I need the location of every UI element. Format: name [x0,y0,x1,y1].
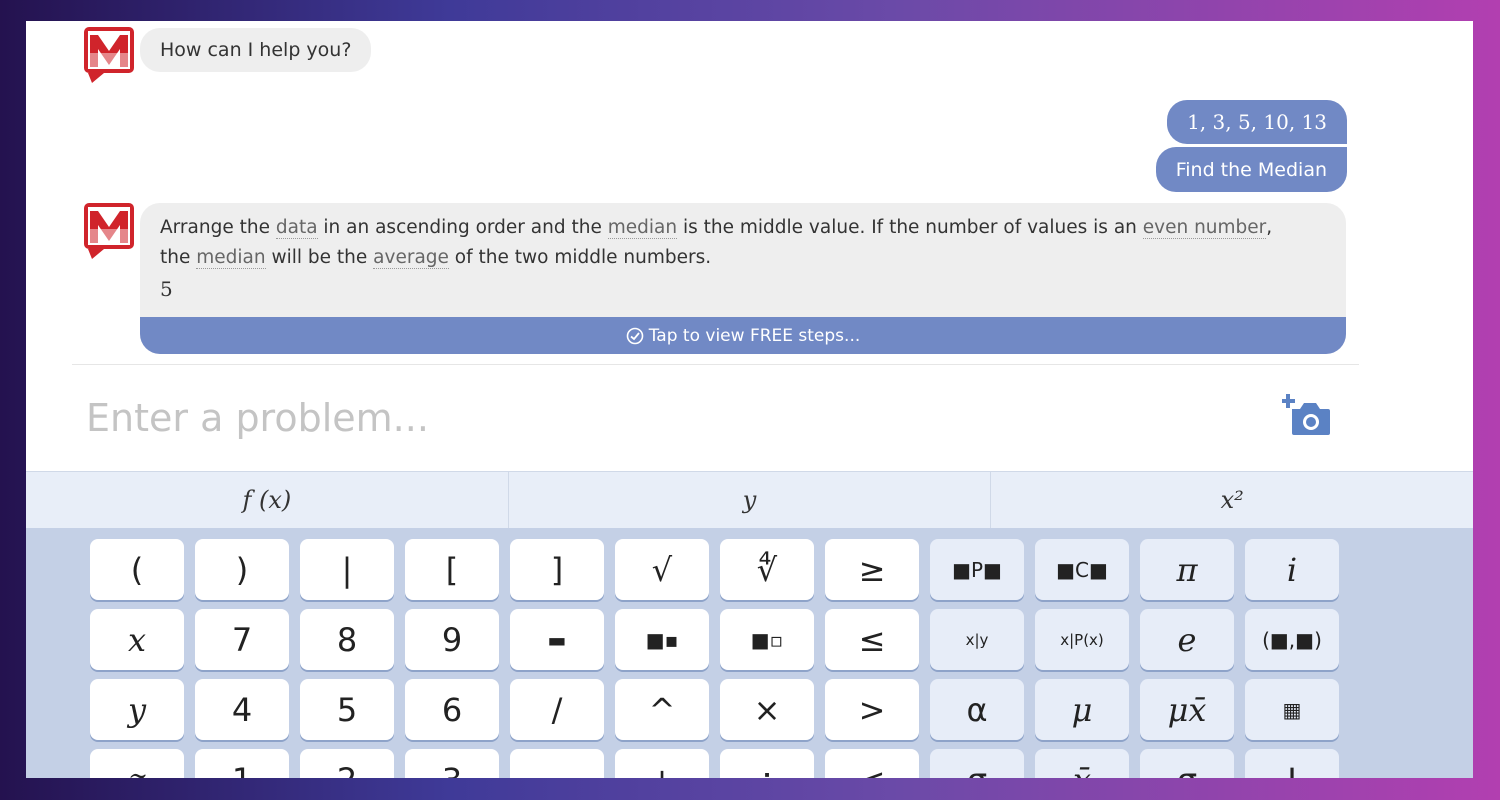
answer-text-part: , [1266,217,1273,238]
user-values-bubble: 1, 3, 5, 10, 13 [1167,100,1347,144]
tab-powers[interactable]: x² [991,472,1473,528]
user-request-text: Find the Median [1175,158,1327,181]
view-steps-label: Tap to view FREE steps... [648,325,861,346]
key-3-4[interactable]: − [510,749,604,778]
glossary-term-data[interactable]: data [275,217,318,239]
greeting-bubble: How can I help you? [140,28,372,72]
greeting-text: How can I help you? [160,39,352,61]
key-0-9[interactable]: ■C■ [1035,539,1129,600]
key-2-8[interactable]: α [930,679,1024,740]
check-circle-icon [626,327,644,344]
key-1-0[interactable]: x [90,609,184,670]
key-1-5[interactable]: ■▪ [615,609,709,670]
key-2-7[interactable]: > [825,679,919,740]
key-0-0[interactable]: ( [90,539,184,600]
answer-text: Arrange the data in an ascending order a… [160,213,1335,273]
key-1-7[interactable]: ≤ [825,609,919,670]
key-3-11[interactable]: ! [1245,749,1339,778]
key-3-3[interactable]: 3 [405,749,499,778]
problem-input[interactable] [84,387,1238,449]
tab-functions[interactable]: f (x) [26,472,509,528]
chat-area: How can I help you? 1, 3, 5, 10, 13 Find… [72,21,1359,364]
key-2-1[interactable]: 4 [195,679,289,740]
key-1-4[interactable]: ▬ [510,609,604,670]
key-2-2[interactable]: 5 [300,679,394,740]
key-3-6[interactable]: ÷ [720,749,814,778]
answer-bubble: Arrange the data in an ascending order a… [140,203,1346,354]
mathway-logo-icon [84,203,134,259]
key-3-5[interactable]: + [615,749,709,778]
tab-variables[interactable]: y [509,472,992,528]
answer-text-part: in an ascending order and the [317,217,608,238]
key-1-8[interactable]: x|y [930,609,1024,670]
keyboard-tabs: f (x) y x² [26,471,1473,528]
key-2-9[interactable]: μ [1035,679,1129,740]
key-2-0[interactable]: y [90,679,184,740]
glossary-term-median[interactable]: median [607,217,678,239]
key-1-11[interactable]: (■,■) [1245,609,1339,670]
key-0-2[interactable]: | [300,539,394,600]
key-1-3[interactable]: 9 [405,609,499,670]
key-1-9[interactable]: x|P(x) [1035,609,1129,670]
glossary-term-median[interactable]: median [196,247,266,269]
answer-result: 5 [160,277,173,301]
key-0-10[interactable]: π [1140,539,1234,600]
key-0-6[interactable]: ∜ [720,539,814,600]
key-0-3[interactable]: [ [405,539,499,600]
keyboard: () |[] √ ∜ ≥ ■P■ ■C■ π i x 7 8 9 ▬ ■▪ ■▫ ≤ x|y x|P(x) e (■,■… [26,528,1473,778]
key-3-7[interactable]: < [825,749,919,778]
key-0-1[interactable]: ) [195,539,289,600]
answer-text-part: will be the [265,247,374,268]
mathway-logo-icon [84,27,134,83]
app-window: How can I help you? 1, 3, 5, 10, 13 Find… [26,21,1473,778]
glossary-term-average[interactable]: average [373,247,449,269]
camera-upload-icon[interactable] [1282,391,1332,437]
answer-text-part: of the two middle numbers. [448,247,712,268]
key-2-11[interactable]: ▦ [1245,679,1339,740]
user-values-text: 1, 3, 5, 10, 13 [1187,110,1327,134]
key-3-0[interactable]: z [90,749,184,778]
key-0-11[interactable]: i [1245,539,1339,600]
key-0-5[interactable]: √ [615,539,709,600]
user-request-bubble: Find the Median [1155,147,1347,192]
key-3-2[interactable]: 2 [300,749,394,778]
key-2-10[interactable]: μx̄ [1140,679,1234,740]
key-2-4[interactable]: / [510,679,604,740]
key-0-7[interactable]: ≥ [825,539,919,600]
key-2-6[interactable]: × [720,679,814,740]
key-3-8[interactable]: σ [930,749,1024,778]
key-3-10[interactable]: σ [1140,749,1234,778]
key-0-4[interactable]: ] [510,539,604,600]
key-1-1[interactable]: 7 [195,609,289,670]
key-0-8[interactable]: ■P■ [930,539,1024,600]
key-2-5[interactable]: ^ [615,679,709,740]
key-1-6[interactable]: ■▫ [720,609,814,670]
key-3-9[interactable]: x̄ [1035,749,1129,778]
glossary-term-even-number[interactable]: even number [1142,217,1267,239]
answer-text-part: Arrange the [160,217,276,238]
key-3-1[interactable]: 1 [195,749,289,778]
key-1-10[interactable]: e [1140,609,1234,670]
key-2-3[interactable]: 6 [405,679,499,740]
answer-text-part: is the middle value. If the number of va… [677,217,1143,238]
input-area [72,364,1359,470]
view-steps-button[interactable]: Tap to view FREE steps... [140,317,1346,354]
answer-text-part: the [160,247,197,268]
key-1-2[interactable]: 8 [300,609,394,670]
